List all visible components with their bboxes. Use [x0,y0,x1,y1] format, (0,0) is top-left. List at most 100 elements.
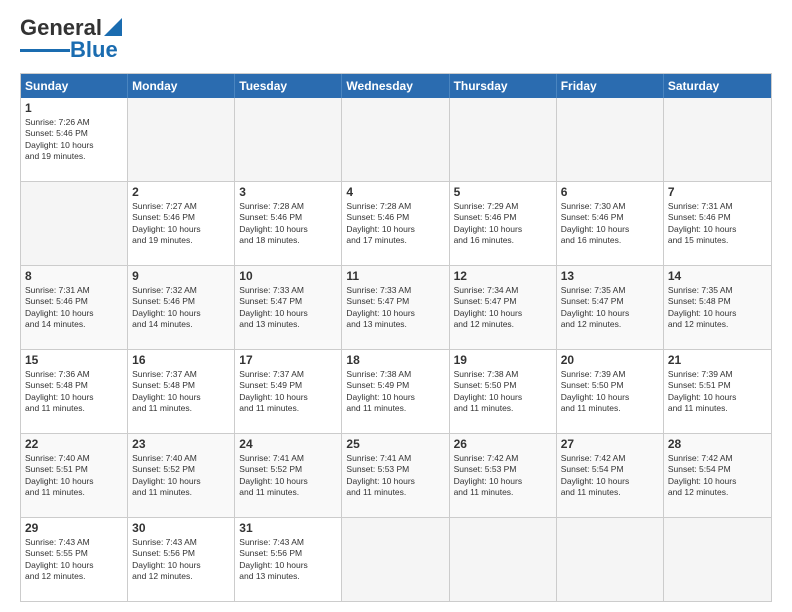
header-sunday: Sunday [21,74,128,98]
day-number: 24 [239,437,337,451]
cal-cell-empty-2 [235,98,342,181]
cal-cell-empty [21,182,128,265]
cal-cell-29: 29Sunrise: 7:43 AM Sunset: 5:55 PM Dayli… [21,518,128,601]
cal-cell-25: 25Sunrise: 7:41 AM Sunset: 5:53 PM Dayli… [342,434,449,517]
cal-cell-empty [557,518,664,601]
day-number: 23 [132,437,230,451]
day-number: 18 [346,353,444,367]
calendar-week-4: 22Sunrise: 7:40 AM Sunset: 5:51 PM Dayli… [21,434,771,518]
cal-cell-10: 10 Sunrise: 7:33 AM Sunset: 5:47 PM Dayli… [235,266,342,349]
cell-text: Sunrise: 7:40 AM Sunset: 5:51 PM Dayligh… [25,453,123,499]
cell-text: Sunrise: 7:29 AM Sunset: 5:46 PM Dayligh… [454,201,552,247]
cal-cell-5: 5 Sunrise: 7:29 AM Sunset: 5:46 PM Daylig… [450,182,557,265]
calendar-week-0: 1Sunrise: 7:26 AM Sunset: 5:46 PM Daylig… [21,98,771,182]
cal-cell-31: 31 Sunrise: 7:43 AM Sunset: 5:56 PM Dayli… [235,518,342,601]
cell-text: Sunrise: 7:34 AM Sunset: 5:47 PM Dayligh… [454,285,552,331]
day-number: 21 [668,353,767,367]
cell-text: Sunrise: 7:31 AM Sunset: 5:46 PM Dayligh… [668,201,767,247]
cell-text: Sunrise: 7:27 AM Sunset: 5:46 PM Dayligh… [132,201,230,247]
cal-cell-19: 19Sunrise: 7:38 AM Sunset: 5:50 PM Dayli… [450,350,557,433]
cal-cell-24: 24 Sunrise: 7:41 AM Sunset: 5:52 PM Dayli… [235,434,342,517]
cell-text: Sunrise: 7:28 AM Sunset: 5:46 PM Dayligh… [346,201,444,247]
cal-cell-8: 8Sunrise: 7:31 AM Sunset: 5:46 PM Daylig… [21,266,128,349]
header-friday: Friday [557,74,664,98]
cal-cell-empty-6 [664,98,771,181]
calendar-header: SundayMondayTuesdayWednesdayThursdayFrid… [21,74,771,98]
calendar-week-2: 8Sunrise: 7:31 AM Sunset: 5:46 PM Daylig… [21,266,771,350]
header-saturday: Saturday [664,74,771,98]
calendar-week-1: 2 Sunrise: 7:27 AM Sunset: 5:46 PM Daylig… [21,182,771,266]
cell-text: Sunrise: 7:41 AM Sunset: 5:52 PM Dayligh… [239,453,337,499]
page-header: General Blue [20,15,772,63]
cell-text: Sunrise: 7:28 AM Sunset: 5:46 PM Dayligh… [239,201,337,247]
cell-text: Sunrise: 7:42 AM Sunset: 5:54 PM Dayligh… [561,453,659,499]
day-number: 11 [346,269,444,283]
day-number: 6 [561,185,659,199]
cell-text: Sunrise: 7:37 AM Sunset: 5:48 PM Dayligh… [132,369,230,415]
day-number: 17 [239,353,337,367]
cell-text: Sunrise: 7:37 AM Sunset: 5:49 PM Dayligh… [239,369,337,415]
day-number: 16 [132,353,230,367]
cell-text: Sunrise: 7:38 AM Sunset: 5:49 PM Dayligh… [346,369,444,415]
cal-cell-empty [450,518,557,601]
day-number: 31 [239,521,337,535]
cal-cell-28: 28 Sunrise: 7:42 AM Sunset: 5:54 PM Dayli… [664,434,771,517]
cal-cell-20: 20 Sunrise: 7:39 AM Sunset: 5:50 PM Dayli… [557,350,664,433]
header-tuesday: Tuesday [235,74,342,98]
logo: General Blue [20,15,122,63]
cal-cell-16: 16 Sunrise: 7:37 AM Sunset: 5:48 PM Dayli… [128,350,235,433]
day-number: 7 [668,185,767,199]
cell-text: Sunrise: 7:38 AM Sunset: 5:50 PM Dayligh… [454,369,552,415]
cell-text: Sunrise: 7:33 AM Sunset: 5:47 PM Dayligh… [346,285,444,331]
day-number: 13 [561,269,659,283]
cal-cell-empty-5 [557,98,664,181]
cal-cell-1: 1Sunrise: 7:26 AM Sunset: 5:46 PM Daylig… [21,98,128,181]
cal-cell-7: 7 Sunrise: 7:31 AM Sunset: 5:46 PM Daylig… [664,182,771,265]
day-number: 4 [346,185,444,199]
cal-cell-9: 9 Sunrise: 7:32 AM Sunset: 5:46 PM Daylig… [128,266,235,349]
cal-cell-4: 4 Sunrise: 7:28 AM Sunset: 5:46 PM Daylig… [342,182,449,265]
day-number: 20 [561,353,659,367]
day-number: 12 [454,269,552,283]
header-wednesday: Wednesday [342,74,449,98]
day-number: 28 [668,437,767,451]
cell-text: Sunrise: 7:39 AM Sunset: 5:50 PM Dayligh… [561,369,659,415]
cell-text: Sunrise: 7:32 AM Sunset: 5:46 PM Dayligh… [132,285,230,331]
day-number: 26 [454,437,552,451]
day-number: 9 [132,269,230,283]
cal-cell-empty-4 [450,98,557,181]
cell-text: Sunrise: 7:35 AM Sunset: 5:48 PM Dayligh… [668,285,767,331]
calendar-week-5: 29Sunrise: 7:43 AM Sunset: 5:55 PM Dayli… [21,518,771,601]
cal-cell-27: 27Sunrise: 7:42 AM Sunset: 5:54 PM Dayli… [557,434,664,517]
cal-cell-12: 12 Sunrise: 7:34 AM Sunset: 5:47 PM Dayli… [450,266,557,349]
day-number: 5 [454,185,552,199]
day-number: 2 [132,185,230,199]
header-monday: Monday [128,74,235,98]
cal-cell-empty-3 [342,98,449,181]
logo-icon [104,18,122,36]
cell-text: Sunrise: 7:42 AM Sunset: 5:54 PM Dayligh… [668,453,767,499]
cell-text: Sunrise: 7:43 AM Sunset: 5:56 PM Dayligh… [239,537,337,583]
cal-cell-6: 6Sunrise: 7:30 AM Sunset: 5:46 PM Daylig… [557,182,664,265]
day-number: 10 [239,269,337,283]
day-number: 14 [668,269,767,283]
cell-text: Sunrise: 7:36 AM Sunset: 5:48 PM Dayligh… [25,369,123,415]
cal-cell-22: 22Sunrise: 7:40 AM Sunset: 5:51 PM Dayli… [21,434,128,517]
cell-text: Sunrise: 7:33 AM Sunset: 5:47 PM Dayligh… [239,285,337,331]
cell-text: Sunrise: 7:41 AM Sunset: 5:53 PM Dayligh… [346,453,444,499]
cal-cell-empty [342,518,449,601]
day-number: 30 [132,521,230,535]
cal-cell-13: 13Sunrise: 7:35 AM Sunset: 5:47 PM Dayli… [557,266,664,349]
cal-cell-30: 30Sunrise: 7:43 AM Sunset: 5:56 PM Dayli… [128,518,235,601]
cal-cell-empty [664,518,771,601]
cal-cell-14: 14 Sunrise: 7:35 AM Sunset: 5:48 PM Dayli… [664,266,771,349]
cell-text: Sunrise: 7:42 AM Sunset: 5:53 PM Dayligh… [454,453,552,499]
cal-cell-21: 21Sunrise: 7:39 AM Sunset: 5:51 PM Dayli… [664,350,771,433]
cal-cell-empty-1 [128,98,235,181]
day-number: 29 [25,521,123,535]
calendar-week-3: 15Sunrise: 7:36 AM Sunset: 5:48 PM Dayli… [21,350,771,434]
cell-text: Sunrise: 7:26 AM Sunset: 5:46 PM Dayligh… [25,117,123,163]
cal-cell-2: 2 Sunrise: 7:27 AM Sunset: 5:46 PM Daylig… [128,182,235,265]
calendar-body: 1Sunrise: 7:26 AM Sunset: 5:46 PM Daylig… [21,98,771,601]
cal-cell-26: 26 Sunrise: 7:42 AM Sunset: 5:53 PM Dayli… [450,434,557,517]
